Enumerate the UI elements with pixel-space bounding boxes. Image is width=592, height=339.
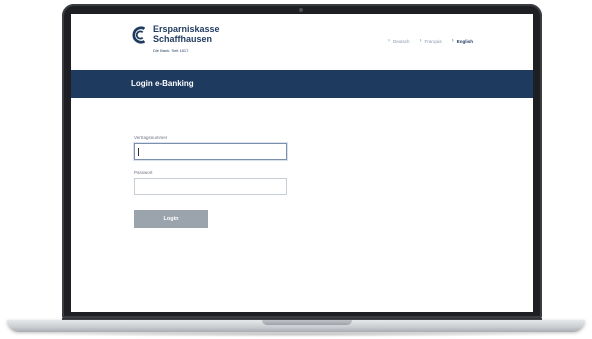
language-link-deutsch[interactable]: › Deutsch [388,38,410,44]
login-button[interactable]: Login [134,210,208,228]
language-label: Deutsch [392,38,410,44]
chevron-right-icon: › [419,38,422,44]
language-label: English [456,38,473,44]
password-input[interactable] [134,178,287,195]
laptop-lid: Ersparniskasse Schaffhausen Die Bank. Se… [62,4,542,318]
esh-logo-icon [132,26,146,44]
language-link-francais[interactable]: › Français [419,38,441,44]
brand-name-line1: Ersparniskasse [153,24,220,34]
page-banner: Login e-Banking [71,70,533,98]
chevron-right-icon: › [451,38,454,44]
browser-screen: Ersparniskasse Schaffhausen Die Bank. Se… [71,14,533,312]
site-header: Ersparniskasse Schaffhausen Die Bank. Se… [71,14,533,70]
contract-number-input[interactable] [134,143,287,160]
laptop-base [7,320,585,332]
language-link-english[interactable]: › English [452,38,473,44]
language-switcher: › Deutsch › Français › English [388,38,473,44]
password-label: Passwort [134,170,153,175]
camera-icon [299,8,303,12]
brand-name-line2: Schaffhausen [153,34,213,44]
login-form: Vertragsnummer Passwort Login [71,98,533,312]
brand-name[interactable]: Ersparniskasse Schaffhausen [153,24,243,44]
chevron-right-icon: › [387,38,390,44]
brand-tagline: Die Bank. Seit 1817. [153,48,190,53]
device-shadow [30,332,562,337]
contract-number-label: Vertragsnummer [134,135,168,140]
text-caret [138,148,139,156]
trackpad-notch [262,320,352,325]
page-title: Login e-Banking [131,79,194,88]
language-label: Français [424,38,442,44]
